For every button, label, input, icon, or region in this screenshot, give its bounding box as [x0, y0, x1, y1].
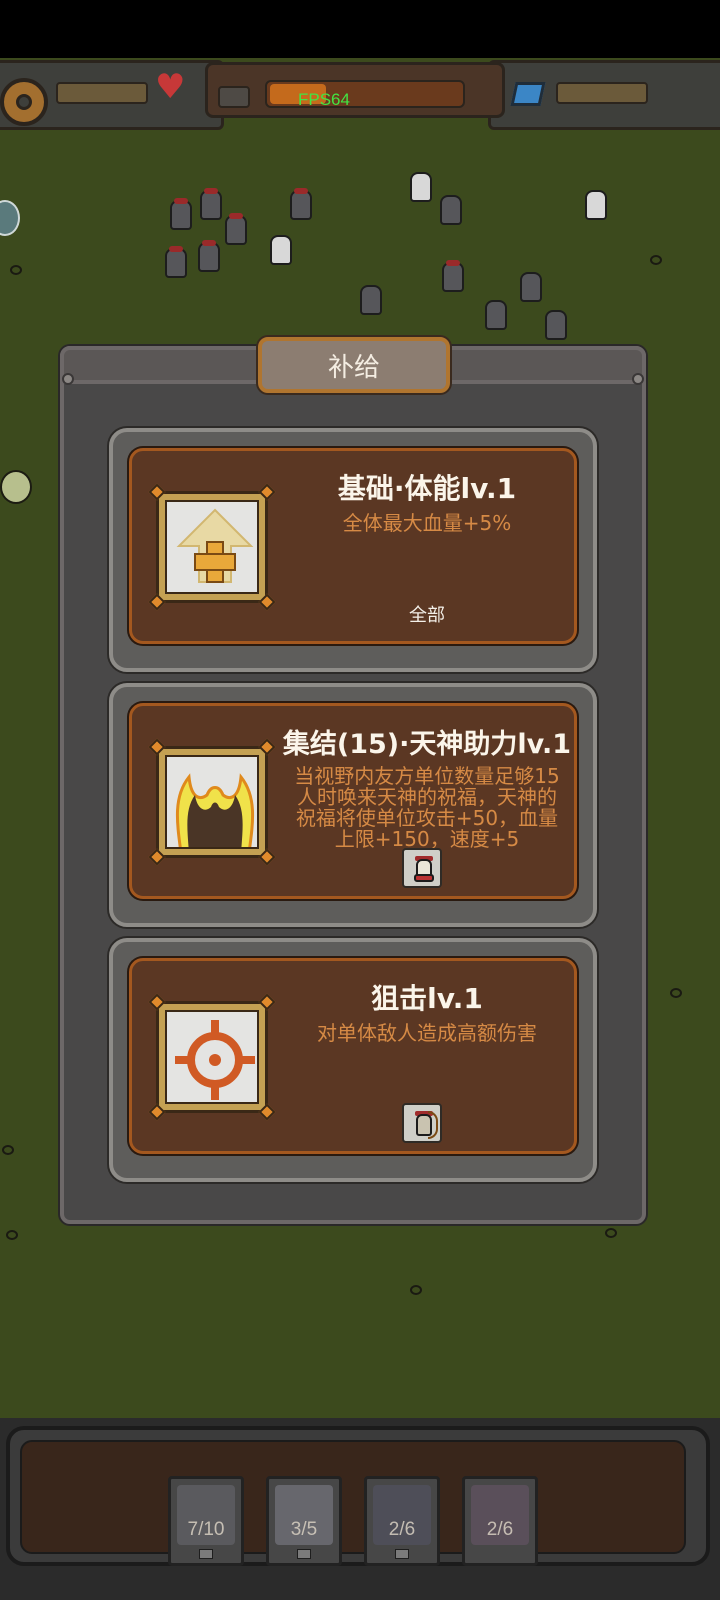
frame-corner [148, 1103, 166, 1121]
slot-marker [395, 1549, 409, 1559]
enemy-unit [165, 246, 187, 278]
dialog-title: 补给 [327, 352, 380, 383]
frame-corner [258, 848, 276, 866]
slot-count: 2/6 [486, 1519, 514, 1540]
supply-card-basic-stamina[interactable]: 基础·体能lv.1 全体最大血量+5% 全部 [109, 428, 597, 672]
bush [410, 1285, 422, 1295]
army-slot-drummer[interactable]: 3/5 [266, 1476, 342, 1566]
supply-card-snipe[interactable]: 狙击lv.1 对单体敌人造成高额伤害 [109, 938, 597, 1182]
bush [650, 255, 662, 265]
horned-warrior [545, 310, 567, 340]
card-body: 基础·体能lv.1 全体最大血量+5% 全部 [129, 448, 577, 644]
card-desc-line: 全体最大血量+5% [342, 511, 512, 535]
health-bar [56, 82, 148, 104]
frame-corner [258, 993, 276, 1011]
card-body: 狙击lv.1 对单体敌人造成高额伤害 [129, 958, 577, 1154]
frame-corner [148, 848, 166, 866]
card-icon-frame [148, 738, 276, 866]
crosshair-icon [165, 1010, 259, 1104]
card-title: 基础·体能lv.1 [337, 472, 517, 505]
hud-slot [218, 86, 250, 108]
enemy-unit [170, 198, 192, 230]
card-title: 狙击lv.1 [371, 982, 483, 1015]
horned-warrior [520, 272, 542, 302]
slot-count: 2/6 [388, 1519, 416, 1540]
slot-count: 7/10 [187, 1519, 225, 1540]
army-tray-inner [20, 1440, 686, 1554]
card-body: 集结(15)·天神助力lv.1 当视野内友方单位数量足够15 人时唤来天神的祝福… [129, 703, 577, 899]
drummer-unit [410, 172, 432, 202]
enemy-unit [198, 240, 220, 272]
card-desc-line: 上限+150，速度+5 [334, 827, 520, 851]
gem-icon [510, 82, 546, 106]
tree [0, 470, 32, 504]
enemy-unit [290, 188, 312, 220]
frame-corner [258, 483, 276, 501]
slot-marker [297, 1549, 311, 1559]
bush [605, 1228, 617, 1238]
rock [360, 285, 382, 315]
drummer-unit [270, 235, 292, 265]
card-icon-frame [148, 483, 276, 611]
card-desc-line: 当视野内友方单位数量足够15 [294, 764, 560, 788]
bush [2, 1145, 14, 1155]
rivet [632, 373, 644, 385]
dialog-title-tab: 补给 [258, 337, 450, 393]
supply-card-rally-divine-aid[interactable]: 集结(15)·天神助力lv.1 当视野内友方单位数量足够15 人时唤来天神的祝福… [109, 683, 597, 927]
card-target-tag: 全部 [409, 605, 445, 626]
slot-marker [199, 1549, 213, 1559]
frame-corner [148, 593, 166, 611]
card-desc-line: 人时唤来天神的祝福，天神的 [297, 785, 557, 809]
frame-corner [258, 593, 276, 611]
army-slot-horned-warrior[interactable]: 2/6 [364, 1476, 440, 1566]
card-icon-frame [148, 993, 276, 1121]
cavalry-unit [440, 195, 462, 225]
rivet [62, 373, 74, 385]
enemy-unit [200, 188, 222, 220]
card-title: 集结(15)·天神助力lv.1 [282, 729, 572, 760]
status-bar [0, 0, 720, 58]
heart-icon: ♥ [155, 67, 186, 107]
flaming-silhouette-icon [165, 755, 259, 849]
enemy-unit [225, 213, 247, 245]
archer-unit-icon [402, 1103, 442, 1143]
bush [10, 265, 22, 275]
bush [670, 988, 682, 998]
fps-counter: FPS64 [298, 90, 350, 109]
frame-corner [258, 1103, 276, 1121]
card-desc-line: 对单体敌人造成高额伤害 [317, 1021, 537, 1045]
army-slot-archer[interactable]: 7/10 [168, 1476, 244, 1566]
arrow-up-plus-icon [165, 500, 259, 594]
gear-icon[interactable] [0, 78, 48, 126]
horned-warrior [485, 300, 507, 330]
gem-bar [556, 82, 648, 104]
drummer-unit-icon [402, 848, 442, 888]
slot-count: 3/5 [290, 1519, 318, 1540]
frame-corner [148, 738, 166, 756]
card-desc-line: 祝福将使单位攻击+50，血量 [295, 806, 559, 830]
drummer-unit [585, 190, 607, 220]
frame-corner [148, 993, 166, 1011]
army-slot-cavalry[interactable]: 2/6 [462, 1476, 538, 1566]
enemy-unit [442, 260, 464, 292]
frame-corner [148, 483, 166, 501]
bush [6, 1230, 18, 1240]
frame-corner [258, 738, 276, 756]
